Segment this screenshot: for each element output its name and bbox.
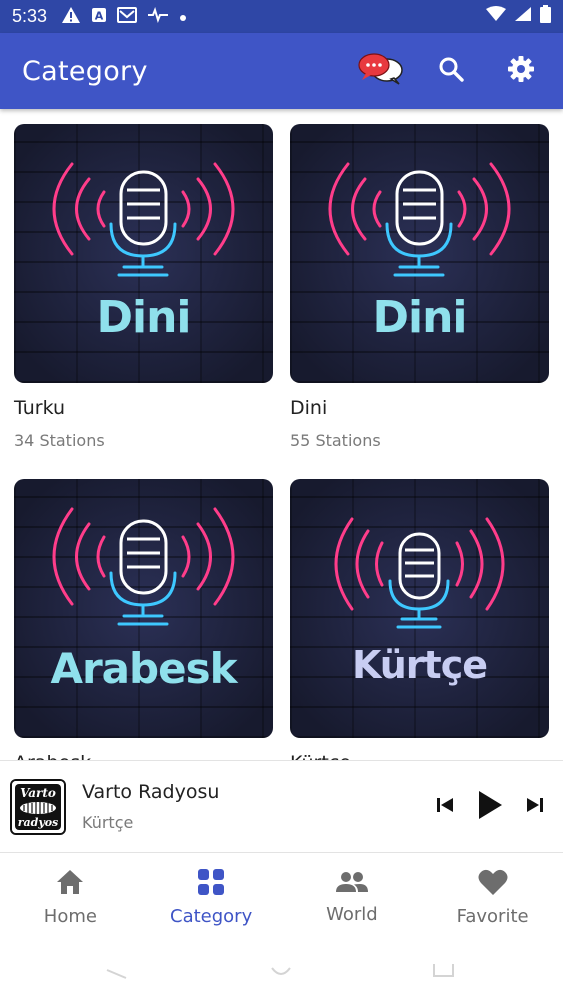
settings-icon	[507, 55, 535, 87]
nav-label: Home	[43, 905, 97, 927]
category-card-kurtce[interactable]: Kürtçe Kürtçe	[290, 479, 549, 760]
settings-button[interactable]	[501, 51, 541, 91]
system-back-icon[interactable]	[106, 969, 127, 979]
dot-icon	[179, 8, 187, 26]
gmail-icon	[117, 6, 138, 27]
status-time: 5:33	[12, 6, 48, 26]
page-title: Category	[22, 55, 148, 87]
status-bar: 5:33 A	[0, 0, 563, 33]
chat-button[interactable]	[358, 51, 404, 91]
thumbnail-label: Arabesk	[50, 644, 237, 693]
player-station-category: Kürtçe	[82, 813, 134, 832]
nav-item-world[interactable]: World	[282, 854, 423, 940]
cell-signal-icon	[514, 6, 532, 27]
system-recents-icon[interactable]	[433, 964, 454, 977]
category-card-arabesk[interactable]: Arabesk Arabesk	[14, 479, 273, 760]
activity-icon	[147, 6, 169, 27]
thumbnail-label: Dini	[372, 292, 467, 343]
category-thumbnail: Dini	[14, 124, 273, 383]
category-station-count: 34 Stations	[14, 431, 105, 450]
thumbnail-label: Kürtçe	[351, 643, 488, 687]
player-controls	[435, 790, 553, 824]
app-bar: Category	[0, 33, 563, 109]
system-navigation-bar	[0, 940, 563, 1000]
chat-bubbles-icon	[358, 52, 404, 90]
category-thumbnail: Dini	[290, 124, 549, 383]
search-icon	[438, 56, 464, 86]
nav-item-home[interactable]: Home	[0, 854, 141, 940]
nav-label: World	[326, 903, 378, 925]
nav-label: Favorite	[456, 905, 529, 927]
system-home-icon[interactable]	[271, 967, 291, 975]
battery-icon	[540, 5, 551, 28]
category-card-turku[interactable]: Dini Turku 34 Stations	[14, 124, 273, 450]
grid-icon	[197, 868, 225, 900]
skip-previous-icon	[435, 795, 455, 819]
skip-next-icon	[525, 795, 545, 819]
player-station-title: Varto Radyosu	[82, 781, 220, 803]
home-icon	[55, 868, 85, 900]
play-button[interactable]	[477, 790, 503, 824]
thumbnail-label: Dini	[96, 292, 191, 343]
app-a-icon: A	[91, 7, 107, 27]
category-thumbnail: Arabesk	[14, 479, 273, 738]
nav-item-category[interactable]: Category	[141, 854, 282, 940]
play-icon	[477, 790, 503, 824]
category-name: Turku	[14, 397, 66, 419]
neon-microphone-icon	[52, 507, 235, 626]
people-icon	[335, 870, 369, 898]
category-card-dini[interactable]: Dini Dini 55 Stations	[290, 124, 549, 450]
neon-microphone-icon	[52, 162, 235, 277]
bottom-navigation: Home Category World Favorite	[0, 854, 563, 940]
category-name: Arabesk	[14, 752, 273, 760]
category-station-count: 55 Stations	[290, 431, 381, 450]
svg-text:radyos: radyos	[18, 816, 59, 829]
heart-icon	[478, 868, 508, 900]
category-name: Dini	[290, 397, 328, 419]
nav-item-favorite[interactable]: Favorite	[422, 854, 563, 940]
search-button[interactable]	[431, 51, 471, 91]
warning-icon	[61, 6, 81, 28]
neon-microphone-icon	[328, 162, 511, 277]
category-thumbnail: Kürtçe	[290, 479, 549, 738]
svg-text:A: A	[95, 9, 104, 22]
previous-button[interactable]	[435, 795, 455, 819]
svg-text:Varto: Varto	[20, 786, 56, 800]
player-meta: Varto Radyosu Kürtçe	[82, 781, 219, 832]
wifi-icon	[486, 6, 506, 27]
category-name: Kürtçe	[290, 752, 549, 760]
category-grid: Dini Turku 34 Stations Dini Dini 55 Stat…	[0, 109, 563, 760]
next-button[interactable]	[525, 795, 545, 819]
mini-player[interactable]: Varto radyos Varto Radyosu Kürtçe	[0, 760, 563, 853]
nav-label: Category	[170, 905, 253, 927]
neon-microphone-icon	[334, 517, 505, 629]
station-logo: Varto radyos	[10, 778, 66, 835]
